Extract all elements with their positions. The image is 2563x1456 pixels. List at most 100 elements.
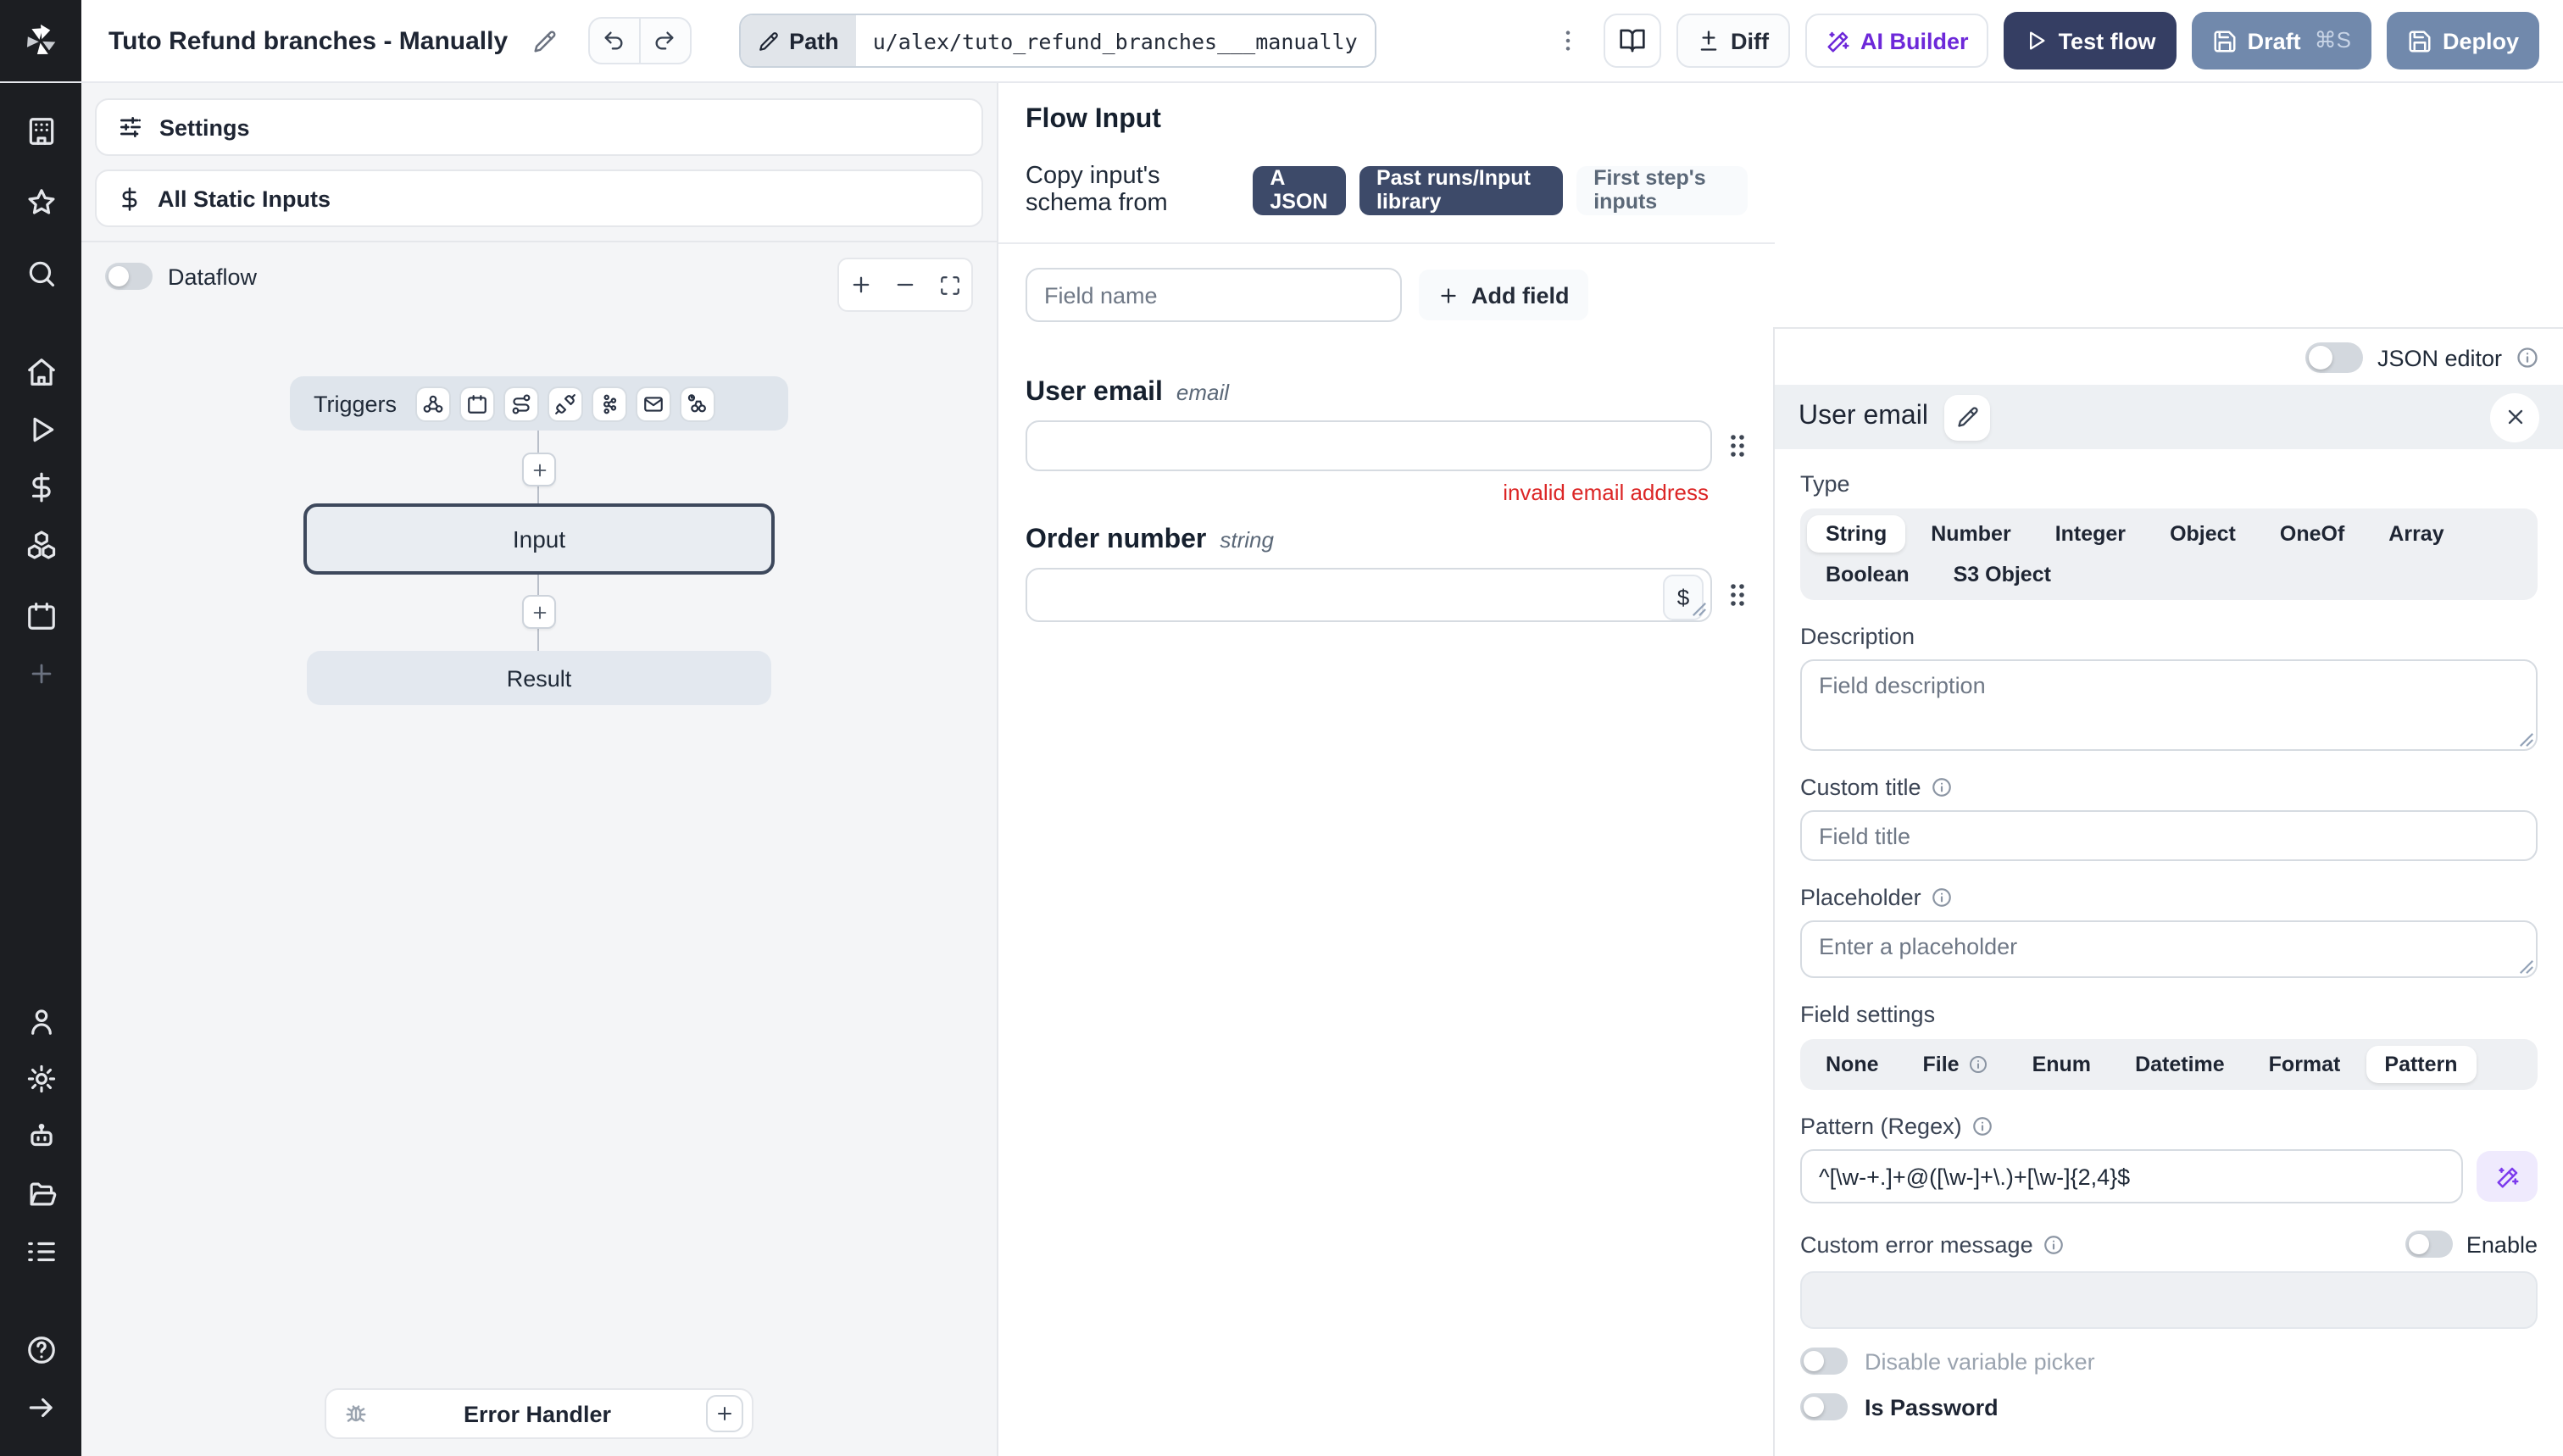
add-step-below-input-button[interactable] — [522, 595, 556, 629]
order-number-input[interactable]: $ — [1026, 568, 1712, 622]
result-node[interactable]: Result — [307, 651, 771, 705]
workspace-icon[interactable] — [0, 108, 81, 153]
undo-button[interactable] — [589, 19, 638, 63]
variable-picker-button[interactable]: $ — [1663, 575, 1704, 620]
placeholder-textarea[interactable] — [1800, 920, 2538, 978]
more-options-kebab-icon[interactable] — [1548, 20, 1588, 61]
copy-from-first-step-button[interactable]: First step's inputs — [1576, 165, 1748, 214]
error-handler-node[interactable]: Error Handler — [325, 1388, 753, 1439]
drag-handle-icon[interactable] — [1727, 581, 1748, 609]
field-type: string — [1220, 527, 1274, 553]
variables-icon[interactable] — [0, 464, 81, 508]
flow-canvas[interactable]: Dataflow Triggers Input Result Error Han… — [81, 236, 997, 1456]
type-option-object[interactable]: Object — [2151, 515, 2254, 553]
schedule-trigger-icon[interactable] — [461, 387, 494, 420]
setting-option-file[interactable]: File — [1904, 1046, 2007, 1083]
flow-input-field-order-number: Order number string $ — [1026, 525, 1748, 622]
type-option-oneof[interactable]: OneOf — [2261, 515, 2363, 553]
rename-field-button[interactable] — [1944, 394, 1991, 440]
settings-gear-icon[interactable] — [0, 1056, 81, 1100]
all-static-inputs-card[interactable]: All Static Inputs — [95, 169, 983, 227]
copy-from-past-runs-button[interactable]: Past runs/Input library — [1359, 165, 1564, 214]
info-icon[interactable] — [1972, 1115, 1994, 1137]
copy-from-json-button[interactable]: A JSON — [1253, 165, 1346, 214]
ai-generate-pattern-button[interactable] — [2477, 1151, 2538, 1202]
http-route-trigger-icon[interactable] — [505, 387, 538, 420]
ai-builder-button[interactable]: AI Builder — [1804, 14, 1989, 68]
user-email-input[interactable] — [1026, 420, 1712, 471]
poll-trigger-icon[interactable] — [681, 387, 714, 420]
type-option-s3object[interactable]: S3 Object — [1935, 556, 2070, 593]
custom-title-label: Custom title — [1800, 775, 1921, 800]
drag-handle-icon[interactable] — [1727, 432, 1748, 459]
runs-icon[interactable] — [0, 407, 81, 451]
description-label: Description — [1800, 624, 1915, 649]
pattern-regex-input[interactable] — [1800, 1149, 2463, 1203]
redo-button[interactable] — [638, 19, 689, 63]
user-icon[interactable] — [0, 998, 81, 1042]
zoom-in-button[interactable] — [839, 261, 883, 308]
pattern-regex-label: Pattern (Regex) — [1800, 1114, 1962, 1139]
home-icon[interactable] — [0, 349, 81, 393]
path-edit-button[interactable]: Path — [740, 15, 856, 66]
type-option-array[interactable]: Array — [2370, 515, 2462, 553]
schedules-icon[interactable] — [0, 593, 81, 637]
flow-settings-card[interactable]: Settings — [95, 98, 983, 156]
is-password-label: Is Password — [1865, 1394, 1999, 1420]
type-option-number[interactable]: Number — [1912, 515, 2029, 553]
folders-icon[interactable] — [0, 1171, 81, 1215]
error-handler-label: Error Handler — [463, 1401, 612, 1426]
email-trigger-icon[interactable] — [637, 387, 670, 420]
json-editor-toggle[interactable] — [2305, 342, 2364, 373]
diff-button[interactable]: Diff — [1676, 14, 1790, 68]
is-password-toggle[interactable] — [1800, 1393, 1848, 1420]
websocket-trigger-icon[interactable] — [549, 387, 582, 420]
kafka-trigger-icon[interactable] — [593, 387, 626, 420]
workers-robot-icon[interactable] — [0, 1114, 81, 1158]
deploy-button[interactable]: Deploy — [2386, 12, 2539, 69]
setting-option-none[interactable]: None — [1807, 1046, 1898, 1083]
disable-variable-picker-toggle[interactable] — [1800, 1348, 1848, 1375]
draft-button[interactable]: Draft ⌘S — [2191, 12, 2371, 69]
input-node[interactable]: Input — [303, 503, 775, 575]
add-error-handler-button[interactable] — [706, 1395, 743, 1432]
docs-button[interactable] — [1604, 14, 1662, 68]
help-icon[interactable] — [0, 1327, 81, 1371]
triggers-node[interactable]: Triggers — [290, 376, 788, 431]
setting-option-format[interactable]: Format — [2250, 1046, 2360, 1083]
field-label: User email — [1026, 378, 1163, 407]
custom-title-input[interactable] — [1800, 810, 2538, 861]
favorites-star-icon[interactable] — [0, 180, 81, 224]
webhook-trigger-icon[interactable] — [417, 387, 450, 420]
edit-title-icon[interactable] — [525, 21, 564, 60]
setting-option-datetime[interactable]: Datetime — [2116, 1046, 2243, 1083]
path-value[interactable]: u/alex/tuto_refund_branches___manually — [855, 15, 1375, 66]
info-icon[interactable] — [1932, 886, 1954, 909]
search-icon[interactable] — [0, 251, 81, 295]
setting-option-enum[interactable]: Enum — [2014, 1046, 2110, 1083]
test-flow-button[interactable]: Test flow — [2004, 12, 2177, 69]
info-icon[interactable] — [1932, 776, 1954, 798]
close-panel-button[interactable] — [2490, 392, 2539, 442]
add-field-button[interactable]: Add field — [1419, 270, 1588, 320]
custom-error-enable-toggle[interactable] — [2405, 1231, 2453, 1258]
setting-option-pattern[interactable]: Pattern — [2366, 1046, 2477, 1083]
dataflow-label: Dataflow — [168, 264, 258, 289]
type-option-string[interactable]: String — [1807, 515, 1906, 553]
description-textarea[interactable] — [1800, 659, 2538, 751]
logs-list-icon[interactable] — [0, 1229, 81, 1273]
expand-sidebar-arrow-icon[interactable] — [0, 1385, 81, 1429]
type-option-boolean[interactable]: Boolean — [1807, 556, 1928, 593]
field-name-input[interactable] — [1026, 268, 1402, 322]
add-step-above-input-button[interactable] — [522, 453, 556, 486]
zoom-out-button[interactable] — [883, 261, 927, 308]
dataflow-toggle[interactable] — [105, 263, 153, 290]
resources-icon[interactable] — [0, 522, 81, 566]
info-icon[interactable] — [2516, 346, 2539, 370]
add-icon[interactable] — [0, 651, 81, 695]
windmill-logo-icon[interactable] — [0, 0, 81, 81]
placeholder-label: Placeholder — [1800, 885, 1921, 910]
type-option-integer[interactable]: Integer — [2037, 515, 2144, 553]
fit-view-button[interactable] — [927, 261, 971, 308]
info-icon[interactable] — [2043, 1233, 2065, 1255]
